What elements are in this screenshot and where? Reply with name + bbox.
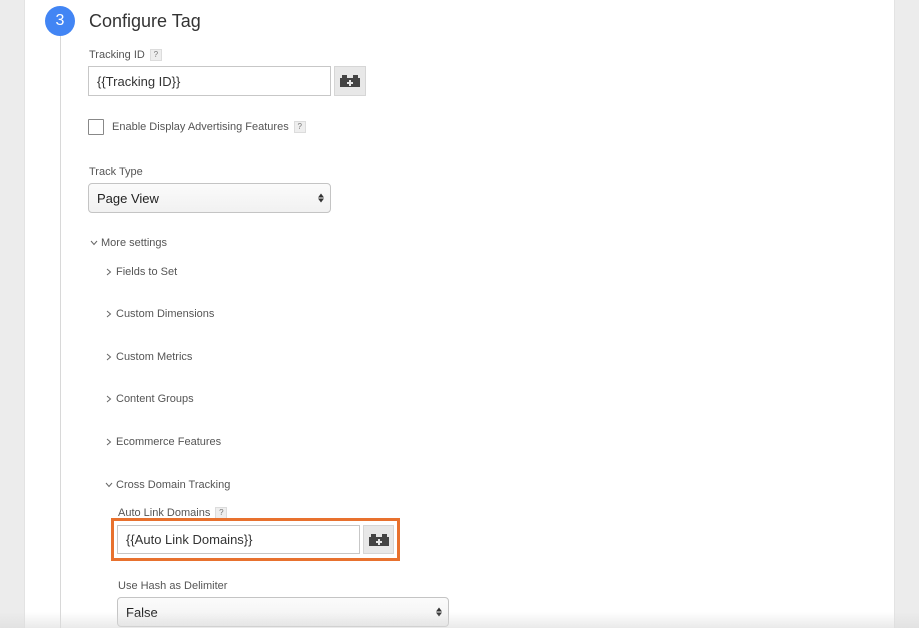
help-icon[interactable]: ? [293, 121, 306, 133]
track-type-select[interactable]: Page View [88, 183, 331, 213]
chevron-down-icon [103, 482, 114, 488]
section-label: Cross Domain Tracking [116, 479, 231, 491]
more-settings-label: More settings [101, 237, 168, 249]
display-ads-label-group: Enable Display Advertising Features? [112, 121, 306, 133]
section-label: Custom Metrics [116, 351, 193, 363]
section-label: Fields to Set [116, 266, 178, 278]
chevron-right-icon [103, 353, 114, 361]
scroll-fade [0, 612, 919, 628]
section-label: Content Groups [116, 393, 194, 405]
section-ecommerce-features[interactable]: Ecommerce Features [103, 436, 221, 448]
step-connector-line [60, 30, 61, 628]
track-type-value: Page View [97, 190, 159, 206]
variable-brick-icon [340, 75, 360, 87]
tracking-id-label: Tracking ID [89, 49, 145, 61]
section-cross-domain-tracking[interactable]: Cross Domain Tracking [103, 479, 230, 491]
use-hash-label: Use Hash as Delimiter [118, 580, 228, 592]
section-label: Ecommerce Features [116, 436, 222, 448]
section-custom-metrics[interactable]: Custom Metrics [103, 351, 192, 363]
chevron-down-icon [88, 240, 99, 246]
select-arrows-icon [318, 193, 324, 203]
step-number-badge: 3 [45, 6, 75, 36]
help-icon[interactable]: ? [149, 49, 162, 61]
more-settings-toggle[interactable]: More settings [88, 237, 167, 249]
display-ads-checkbox[interactable] [88, 119, 104, 135]
chevron-right-icon [103, 395, 114, 403]
tracking-id-variable-button[interactable] [334, 66, 366, 96]
section-label: Custom Dimensions [116, 308, 215, 320]
step-title: Configure Tag [89, 11, 201, 31]
chevron-right-icon [103, 310, 114, 318]
section-custom-dimensions[interactable]: Custom Dimensions [103, 308, 214, 320]
highlight-box [111, 518, 400, 561]
tracking-id-input[interactable] [88, 66, 331, 96]
track-type-label: Track Type [89, 166, 143, 178]
display-ads-label: Enable Display Advertising Features [112, 121, 289, 133]
section-content-groups[interactable]: Content Groups [103, 393, 194, 405]
chevron-right-icon [103, 268, 114, 276]
chevron-right-icon [103, 438, 114, 446]
section-fields-to-set[interactable]: Fields to Set [103, 266, 177, 278]
tracking-id-label-group: Tracking ID? [89, 49, 162, 61]
